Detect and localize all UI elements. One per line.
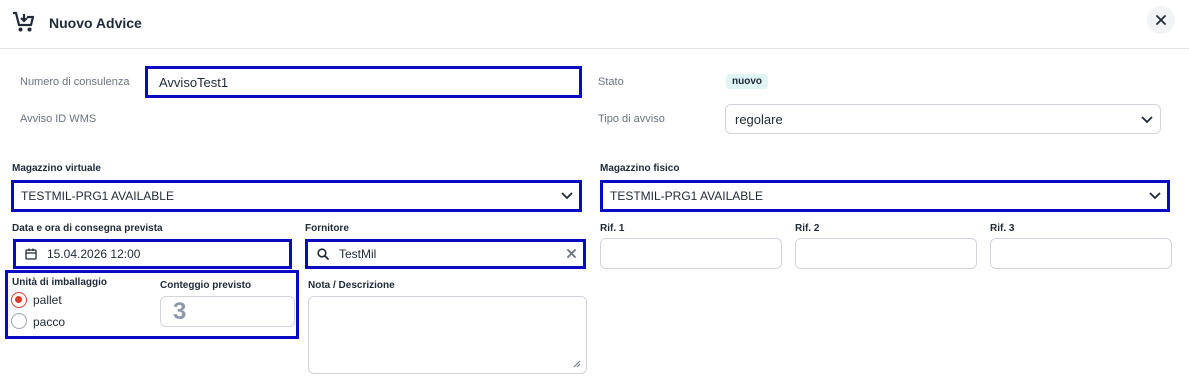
virtual-warehouse-label: Magazzino virtuale — [12, 163, 101, 174]
virtual-warehouse-highlight — [11, 180, 582, 212]
advice-type-select[interactable]: regolare — [725, 104, 1161, 134]
pacco-radio[interactable] — [11, 313, 27, 329]
ref1-input[interactable] — [600, 238, 782, 269]
pallet-option-label: pallet — [33, 293, 62, 307]
chevron-down-icon — [1141, 116, 1153, 124]
delivery-date-label: Data e ora di consegna prevista — [12, 223, 163, 234]
packaging-unit-label: Unità di imballaggio — [12, 277, 108, 288]
resize-handle-icon[interactable] — [573, 360, 581, 368]
ref1-label: Rif. 1 — [600, 223, 625, 234]
pacco-option-label: pacco — [33, 315, 66, 329]
status-badge: nuovo — [726, 74, 768, 89]
delivery-date-highlight — [13, 239, 292, 269]
expected-count-input[interactable]: 3 — [160, 296, 295, 327]
expected-count-label: Conteggio previsto — [160, 280, 252, 291]
expected-count-value: 3 — [173, 297, 187, 325]
dialog-title: Nuovo Advice — [49, 15, 142, 31]
close-button[interactable] — [1147, 6, 1175, 34]
physical-warehouse-label: Magazzino fisico — [600, 163, 680, 174]
note-textarea[interactable] — [308, 296, 587, 374]
wms-id-label: Avviso ID WMS — [20, 113, 97, 125]
status-label: Stato — [598, 76, 624, 88]
supplier-label: Fornitore — [305, 223, 349, 234]
dialog-header: Nuovo Advice — [0, 0, 1189, 49]
advice-number-highlight — [145, 66, 582, 98]
physical-warehouse-highlight — [600, 180, 1170, 212]
advice-type-value: regolare — [735, 111, 783, 127]
ref2-label: Rif. 2 — [795, 223, 820, 234]
cart-download-icon — [13, 11, 35, 32]
close-icon — [1156, 15, 1166, 25]
ref3-label: Rif. 3 — [990, 223, 1015, 234]
supplier-highlight — [305, 239, 586, 269]
pallet-radio[interactable] — [11, 292, 27, 308]
ref2-input[interactable] — [795, 238, 977, 269]
note-label: Nota / Descrizione — [308, 280, 395, 291]
advice-number-label: Numero di consulenza — [20, 76, 130, 88]
ref3-input[interactable] — [990, 238, 1172, 269]
advice-type-label: Tipo di avviso — [598, 113, 665, 125]
